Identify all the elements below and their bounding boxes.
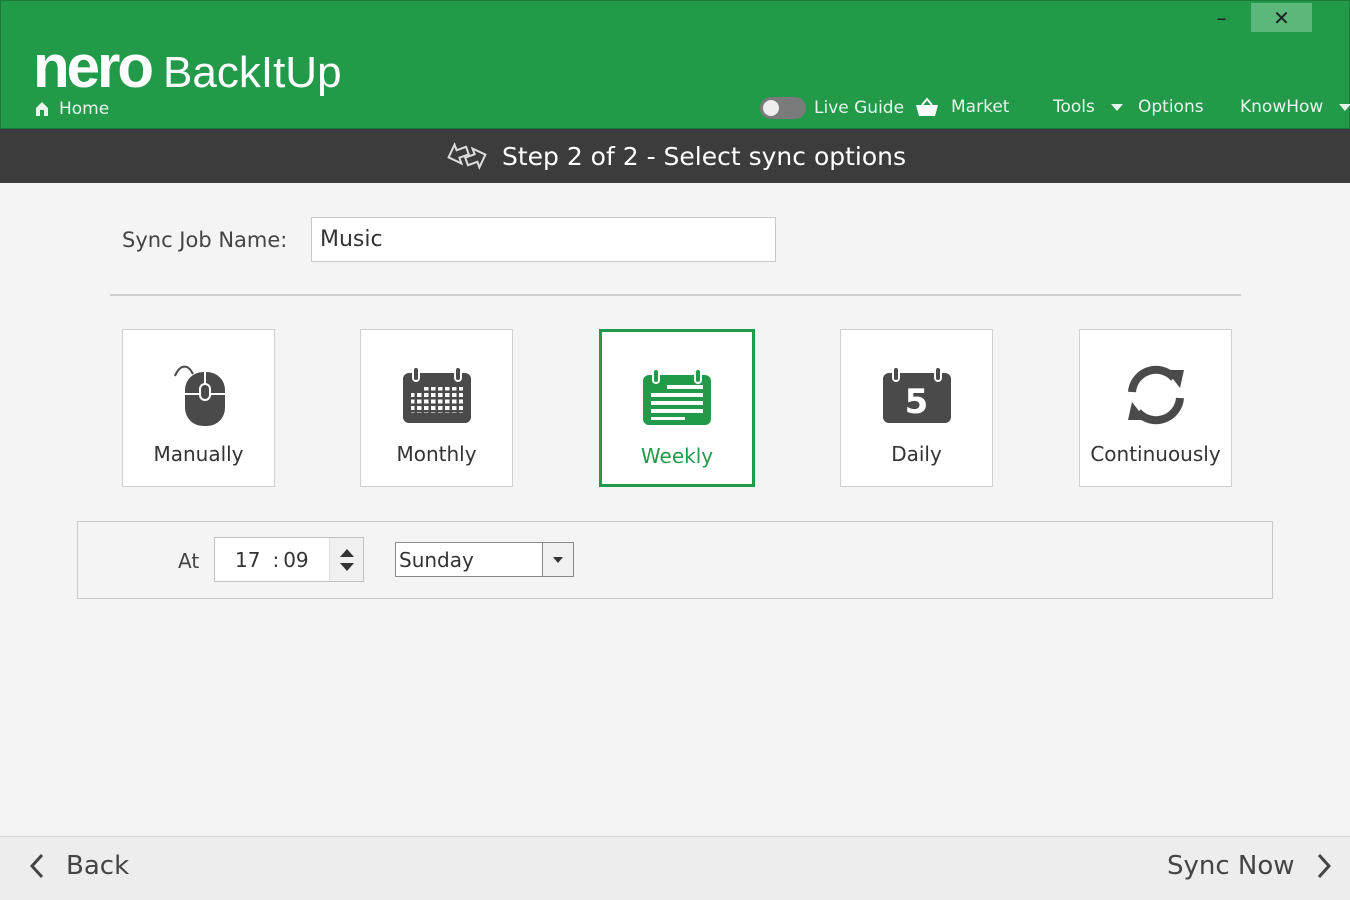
tile-label: Weekly <box>640 444 714 468</box>
logo-brand: nero <box>33 33 154 100</box>
day-select[interactable]: Sunday <box>395 542 574 577</box>
hour-field[interactable]: 17 <box>235 548 260 572</box>
options-label: Options <box>1138 97 1204 117</box>
logo: nero BackItUp <box>33 37 342 103</box>
job-name-label: Sync Job Name: <box>122 227 288 252</box>
close-button[interactable]: ✕ <box>1251 3 1312 32</box>
time-stepper[interactable] <box>329 538 363 581</box>
job-name-row: Sync Job Name: <box>122 217 776 262</box>
footer: Back Sync Now <box>0 836 1350 900</box>
home-icon <box>36 102 48 116</box>
minute-field[interactable]: 09 <box>283 548 308 572</box>
options-link[interactable]: Options <box>1138 97 1204 117</box>
dropdown-button[interactable] <box>542 543 573 576</box>
market-label: Market <box>951 97 1010 117</box>
refresh-icon <box>1127 365 1184 425</box>
knowhow-label: KnowHow <box>1240 97 1324 117</box>
tile-label: Monthly <box>396 442 477 466</box>
schedule-manually[interactable]: Manually <box>122 329 275 487</box>
time-separator: : <box>272 547 280 572</box>
knowhow-menu[interactable]: KnowHow <box>1240 97 1350 117</box>
chevron-left-icon <box>30 853 44 879</box>
chevron-down-icon <box>553 556 563 563</box>
minimize-button[interactable]: – <box>1191 3 1252 32</box>
header: nero BackItUp Home – ✕ Live Guide Market… <box>0 0 1350 129</box>
tools-menu[interactable]: Tools <box>1053 97 1123 117</box>
calendar-week-icon <box>643 369 711 425</box>
home-link[interactable]: Home <box>35 99 109 119</box>
job-name-input[interactable] <box>311 217 776 262</box>
tile-label: Daily <box>891 442 942 466</box>
chevron-down-icon <box>1110 103 1123 111</box>
divider <box>110 294 1241 296</box>
sync-now-label: Sync Now <box>1167 851 1295 881</box>
basket-icon <box>916 97 938 116</box>
day-value: Sunday <box>399 547 474 572</box>
step-title: Step 2 of 2 - Select sync options <box>501 141 907 171</box>
chevron-down-icon <box>1339 103 1350 111</box>
toggle-switch[interactable] <box>760 97 806 119</box>
tile-label: Continuously <box>1090 442 1221 466</box>
schedule-continuously[interactable]: Continuously <box>1079 329 1232 487</box>
home-label: Home <box>59 99 110 119</box>
time-panel: At 17 : 09 Sunday <box>77 521 1273 599</box>
back-label: Back <box>66 851 130 881</box>
tile-label: Manually <box>153 442 244 466</box>
market-link[interactable]: Market <box>915 97 1009 117</box>
mouse-icon <box>173 365 225 426</box>
at-label: At <box>178 549 200 573</box>
tools-label: Tools <box>1053 97 1095 117</box>
schedule-daily[interactable]: 5 Daily <box>840 329 993 487</box>
time-input[interactable]: 17 : 09 <box>214 537 364 582</box>
step-bar: Step 2 of 2 - Select sync options <box>0 129 1350 183</box>
schedule-monthly[interactable]: Monthly <box>360 329 513 487</box>
chevron-right-icon <box>1317 853 1331 879</box>
calendar-month-icon <box>402 367 471 423</box>
arrow-down-icon[interactable] <box>339 562 354 571</box>
schedule-weekly[interactable]: Weekly <box>599 329 755 487</box>
sync-now-button[interactable]: Sync Now <box>1167 851 1331 881</box>
arrow-up-icon[interactable] <box>339 548 354 557</box>
live-guide-label: Live Guide <box>814 98 905 118</box>
live-guide-toggle[interactable]: Live Guide <box>760 97 904 119</box>
logo-product: BackItUp <box>163 48 342 97</box>
back-button[interactable]: Back <box>30 851 129 881</box>
sync-arrows-icon <box>447 141 487 171</box>
day-number: 5 <box>904 382 929 422</box>
